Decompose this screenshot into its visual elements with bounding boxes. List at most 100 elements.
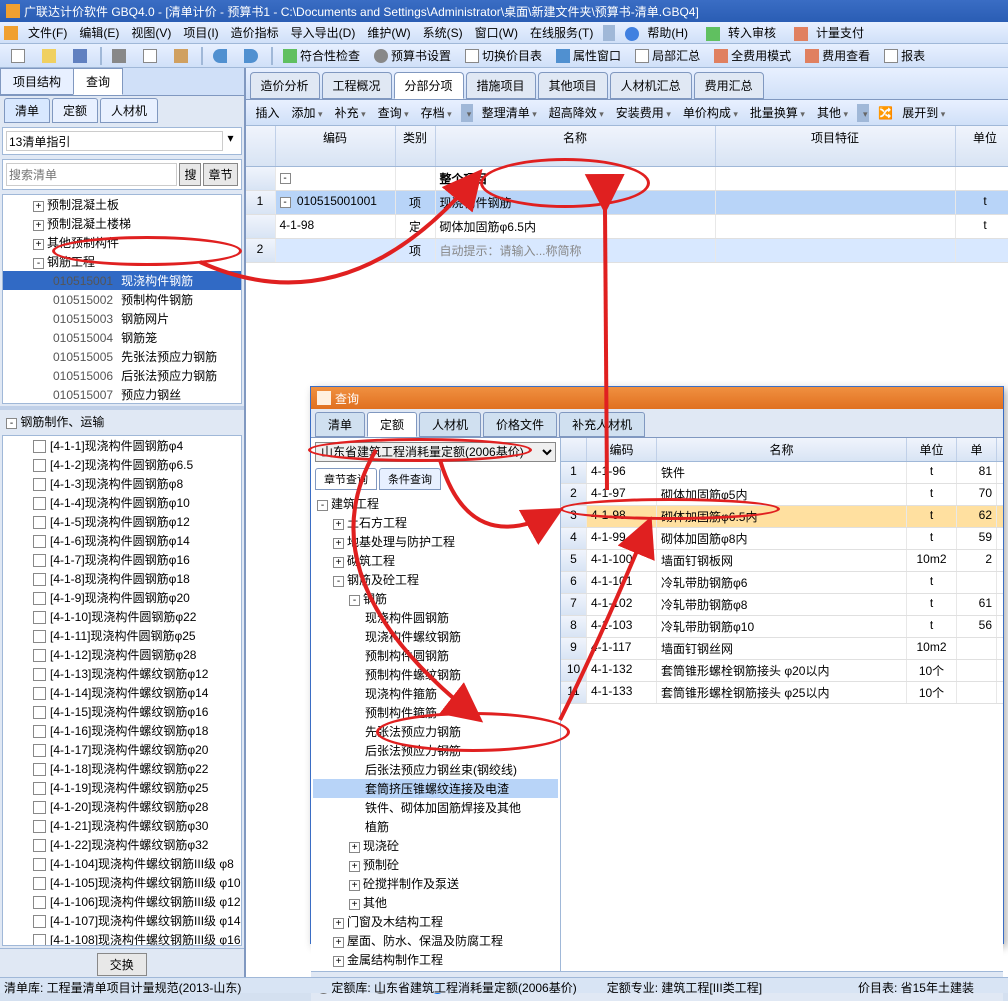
tree-node[interactable]: [4-1-13]现浇构件螺纹钢筋φ12 <box>3 664 241 683</box>
rtool-expand[interactable]: 🔀 展开到 <box>872 102 957 123</box>
rtool-install[interactable]: 安装费用 <box>610 102 677 123</box>
rtool-archive[interactable]: 存档 <box>415 102 458 123</box>
popup-tree-node[interactable]: 预制构件圆钢筋 <box>313 646 558 665</box>
popup-tab-quota[interactable]: 定额 <box>367 412 417 437</box>
tree-node[interactable]: [4-1-105]现浇构件螺纹钢筋III级 φ10 <box>3 873 241 892</box>
collapse-icon[interactable]: - <box>6 418 17 429</box>
expand-icon[interactable]: + <box>349 899 360 910</box>
expand-icon[interactable]: + <box>349 861 360 872</box>
popup-tree-node[interactable]: +金属结构制作工程 <box>313 950 558 969</box>
popup-tree-node[interactable]: +门窗及木结构工程 <box>313 912 558 931</box>
rtool-query[interactable]: 查询 <box>372 102 415 123</box>
tree-node[interactable]: [4-1-10]现浇构件圆钢筋φ22 <box>3 607 241 626</box>
tree-node[interactable]: +其他预制构件 <box>3 233 241 252</box>
cut-button[interactable] <box>106 47 135 65</box>
menu-edit[interactable]: 编辑(E) <box>73 22 125 43</box>
pcol-header-unit[interactable]: 单位 <box>907 438 957 461</box>
report-button[interactable]: 报表 <box>878 45 931 66</box>
popup-tree-node[interactable]: +砼搅拌制作及泵送 <box>313 874 558 893</box>
menu-payment[interactable]: 计量支付 <box>788 22 876 43</box>
expand-icon[interactable]: - <box>333 576 344 587</box>
feeview-button[interactable]: 费用查看 <box>799 45 876 66</box>
copy-button[interactable] <box>137 47 166 65</box>
menu-online[interactable]: 在线服务(T) <box>524 22 599 43</box>
tab-divisions[interactable]: 分部分项 <box>394 72 464 99</box>
expand-icon[interactable]: + <box>333 557 344 568</box>
popup-tree[interactable]: -建筑工程+土石方工程+地基处理与防护工程+砌筑工程-钢筋及砼工程-钢筋现浇构件… <box>311 492 560 971</box>
popup-tree-node[interactable]: +地基处理与防护工程 <box>313 532 558 551</box>
popup-grid-row[interactable]: 34-1-98砌体加固筋φ6.5内t62 <box>561 506 1003 528</box>
popup-tree-node[interactable]: 现浇构件螺纹钢筋 <box>313 627 558 646</box>
col-header-feat[interactable]: 项目特征 <box>716 126 956 166</box>
tree-node[interactable]: [4-1-19]现浇构件螺纹钢筋φ25 <box>3 778 241 797</box>
popup-tab-supplement-rcj[interactable]: 补充人材机 <box>559 412 645 437</box>
popup-tree-node[interactable]: 预制构件箍筋 <box>313 703 558 722</box>
popup-grid-row[interactable]: 64-1-101冷轧带肋钢筋φ6t <box>561 572 1003 594</box>
grid-row[interactable]: 2项自动提示：请输入...称简称 <box>246 239 1008 263</box>
redo-button[interactable] <box>238 47 267 65</box>
col-header-code[interactable]: 编码 <box>276 126 396 166</box>
popup-grid-row[interactable]: 44-1-99砌体加固筋φ8内t59 <box>561 528 1003 550</box>
tab-measures[interactable]: 措施项目 <box>466 72 536 99</box>
menu-audit[interactable]: 转入审核 <box>700 22 788 43</box>
expand-icon[interactable]: + <box>333 519 344 530</box>
popup-tree-node[interactable]: 植筋 <box>313 817 558 836</box>
subtab-rcj[interactable]: 人材机 <box>100 98 158 123</box>
col-header-name[interactable]: 名称 <box>436 126 716 166</box>
tree-node[interactable]: [4-1-17]现浇构件螺纹钢筋φ20 <box>3 740 241 759</box>
tree-node[interactable]: 010515006后张法预应力钢筋 <box>3 366 241 385</box>
open-button[interactable] <box>36 47 65 65</box>
tree-node[interactable]: [4-1-107]现浇构件螺纹钢筋III级 φ14 <box>3 911 241 930</box>
search-button[interactable]: 搜 <box>179 163 201 186</box>
tree-node[interactable]: 010515005先张法预应力钢筋 <box>3 347 241 366</box>
popup-tab-rcj[interactable]: 人材机 <box>419 412 481 437</box>
tree-node[interactable]: 010515003钢筋网片 <box>3 309 241 328</box>
subtab-list[interactable]: 清单 <box>4 98 50 123</box>
tree-node[interactable]: [4-1-1]现浇构件圆钢筋φ4 <box>3 436 241 455</box>
rtool-other[interactable]: 其他 <box>811 102 854 123</box>
menu-cost-index[interactable]: 造价指标 <box>225 22 285 43</box>
subtab-quota[interactable]: 定额 <box>52 98 98 123</box>
popup-titlebar[interactable]: 查询 <box>311 387 1003 409</box>
tree-node[interactable]: [4-1-6]现浇构件圆钢筋φ14 <box>3 531 241 550</box>
expand-icon[interactable]: + <box>333 937 344 948</box>
tree-node[interactable]: [4-1-108]现浇构件螺纹钢筋III级 φ16 <box>3 930 241 946</box>
dropdown-arrow-icon[interactable]: ▾ <box>223 131 237 151</box>
tree-node[interactable]: [4-1-16]现浇构件螺纹钢筋φ18 <box>3 721 241 740</box>
popup-tree-node[interactable]: 套筒挤压锥螺纹连接及电渣 <box>313 779 558 798</box>
tree-node[interactable]: [4-1-20]现浇构件螺纹钢筋φ28 <box>3 797 241 816</box>
popup-subtab-chapter[interactable]: 章节查询 <box>315 468 377 490</box>
tree-node[interactable]: [4-1-21]现浇构件螺纹钢筋φ30 <box>3 816 241 835</box>
tab-project-overview[interactable]: 工程概况 <box>322 72 392 99</box>
expand-icon[interactable]: + <box>33 220 44 231</box>
tree-node[interactable]: 010515001现浇构件钢筋 <box>3 271 241 290</box>
popup-tree-node[interactable]: +土石方工程 <box>313 513 558 532</box>
rtool-organize[interactable]: 整理清单 <box>476 102 543 123</box>
grid-project-row[interactable]: - 整个项目 <box>246 167 1008 191</box>
pricelist-button[interactable]: 切换价目表 <box>459 45 548 66</box>
tree-node[interactable]: [4-1-8]现浇构件圆钢筋φ18 <box>3 569 241 588</box>
tab-query[interactable]: 查询 <box>73 68 123 95</box>
popup-tree-node[interactable]: +现浇砼 <box>313 836 558 855</box>
local-sum-button[interactable]: 局部汇总 <box>629 45 706 66</box>
tree-node[interactable]: -钢筋工程 <box>3 252 241 271</box>
rtool-supplement[interactable]: 补充 <box>329 102 372 123</box>
menu-import-export[interactable]: 导入导出(D) <box>285 22 362 43</box>
expand-icon[interactable]: - <box>280 197 291 208</box>
collapse-icon[interactable]: - <box>280 173 291 184</box>
col-header-type[interactable]: 类别 <box>396 126 436 166</box>
popup-tree-node[interactable]: 先张法预应力钢筋 <box>313 722 558 741</box>
tree-node[interactable]: [4-1-14]现浇构件螺纹钢筋φ14 <box>3 683 241 702</box>
menu-project[interactable]: 项目(I) <box>177 22 224 43</box>
col-header-unit[interactable]: 单位 <box>956 126 1008 166</box>
rtool-add[interactable]: 添加 <box>286 102 329 123</box>
tree-node[interactable]: [4-1-12]现浇构件圆钢筋φ28 <box>3 645 241 664</box>
rtool-price[interactable]: 单价构成 <box>677 102 744 123</box>
grid-row[interactable]: 1- 010515001001项现浇构件钢筋t <box>246 191 1008 215</box>
tree-node[interactable]: [4-1-3]现浇构件圆钢筋φ8 <box>3 474 241 493</box>
tree-node[interactable]: [4-1-15]现浇构件螺纹钢筋φ16 <box>3 702 241 721</box>
popup-tree-node[interactable]: -钢筋及砼工程 <box>313 570 558 589</box>
pcol-header-name[interactable]: 名称 <box>657 438 907 461</box>
tab-fee-summary[interactable]: 费用汇总 <box>694 72 764 99</box>
expand-icon[interactable]: + <box>349 842 360 853</box>
